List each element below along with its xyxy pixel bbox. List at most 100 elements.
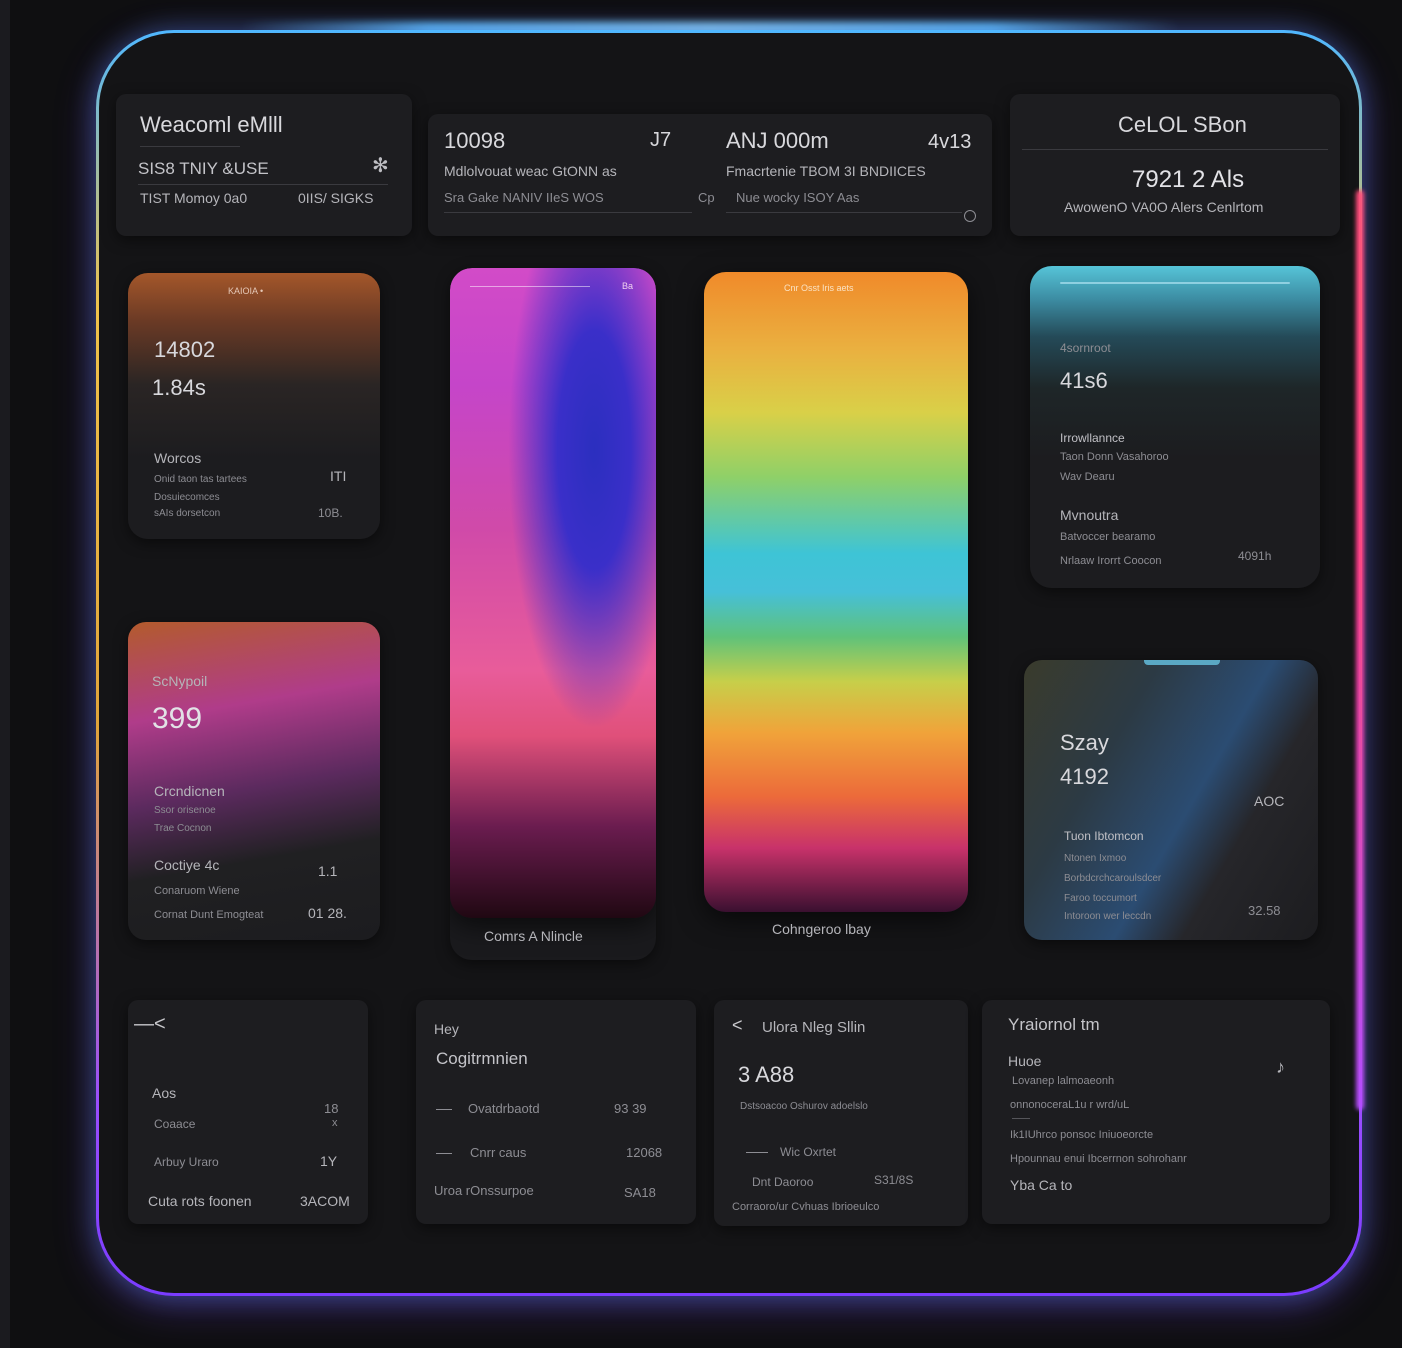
divider bbox=[140, 146, 240, 147]
card-title: Weacoml eMlll bbox=[140, 112, 283, 137]
row-label: Dnt Daoroo bbox=[752, 1175, 814, 1189]
card-line: Faroo toccumort bbox=[1064, 893, 1137, 904]
metric-card-teal[interactable]: 4sornroot 41s6 Irrowllannce Taon Donn Va… bbox=[1030, 266, 1320, 588]
card-section: Crcndicnen bbox=[154, 783, 225, 799]
card-label: Worcos bbox=[154, 450, 202, 466]
tile-caption: Comrs A Nlincle bbox=[484, 928, 583, 944]
tile-caption: Cohngeroo lbay bbox=[772, 921, 871, 937]
back-arrow-icon[interactable]: —< bbox=[134, 1014, 166, 1034]
card-line: Ik1IUhrco ponsoc Iniuoeorcte bbox=[1010, 1129, 1154, 1141]
card-top-tab bbox=[1144, 660, 1220, 665]
card-line: Ssor orisenoe bbox=[154, 805, 216, 816]
row-sub: x bbox=[332, 1117, 338, 1129]
card-side-value: AOC bbox=[1254, 793, 1285, 809]
gradient-tile-rainbow[interactable]: Cnr Osst Iris aets bbox=[704, 272, 968, 912]
bullet-dash bbox=[436, 1109, 452, 1110]
card-row: Coctiye 4c bbox=[154, 857, 220, 873]
card-title: CeLOL SBon bbox=[1118, 112, 1247, 137]
card-row: SIS8 TNIY &USE bbox=[138, 159, 269, 178]
card-row-value: 01 28. bbox=[308, 905, 347, 921]
stat-line: Mdlolvouat weac GtONN as bbox=[444, 163, 617, 179]
card-line: Lovanep lalmoaeonh bbox=[1012, 1075, 1115, 1087]
bullet-dash bbox=[436, 1153, 452, 1154]
summary-card-left[interactable]: Weacoml eMlll SIS8 TNIY &USE ✻ TIST Momo… bbox=[116, 94, 412, 236]
card-subtitle: Cogitrmnien bbox=[436, 1049, 528, 1068]
card-side-value: ITI bbox=[330, 468, 347, 484]
summary-card-right[interactable]: CeLOL SBon 7921 2 Als AwowenO VA0O Alers… bbox=[1010, 94, 1340, 236]
card-label: Szay bbox=[1060, 730, 1109, 755]
card-value: 1.84s bbox=[152, 375, 206, 400]
card-title: Yraiornol tm bbox=[1008, 1015, 1100, 1034]
card-line: Taon Donn Vasahoroo bbox=[1060, 451, 1169, 463]
stat-line: Nue wocky ISOY Aas bbox=[736, 190, 860, 205]
divider bbox=[1012, 1118, 1030, 1119]
bottom-card-4[interactable]: Yraiornol tm Huoe Lovanep lalmoaeonh onn… bbox=[982, 1000, 1330, 1224]
card-line: Ntonen Ixmoo bbox=[1064, 853, 1127, 864]
card-label: ScNypoil bbox=[152, 673, 208, 689]
card-line: Trae Cocnon bbox=[154, 823, 212, 834]
metric-card-slate[interactable]: Szay 4192 AOC Tuon Ibtomcon Ntonen Ixmoo… bbox=[1024, 660, 1318, 940]
card-section: Tuon Ibtomcon bbox=[1064, 829, 1144, 843]
metric-card-orange[interactable]: KAIOIA • 14802 1.84s Worcos Onid taon ta… bbox=[128, 273, 380, 539]
card-caption: Dstsoacoo Oshurov adoelslo bbox=[740, 1101, 868, 1112]
card-line: Wav Dearu bbox=[1060, 471, 1115, 483]
card-header: KAIOIA • bbox=[228, 286, 264, 296]
chevron-left-icon[interactable]: < bbox=[732, 1016, 743, 1034]
card-line: Intoroon wer leccdn bbox=[1064, 911, 1152, 922]
row-label: Uroa rOnssurpoe bbox=[434, 1183, 534, 1198]
card-footer: Corraoro/ur Cvhuas Ibrioeulco bbox=[732, 1201, 880, 1213]
card-line: Hpounnau enui Ibcerrnon sohrohanr bbox=[1010, 1153, 1187, 1165]
metric-card-magenta[interactable]: ScNypoil 399 Crcndicnen Ssor orisenoe Tr… bbox=[128, 622, 380, 940]
row-value: SA18 bbox=[624, 1185, 656, 1200]
stats-card-center[interactable]: 10098 J7 Mdlolvouat weac GtONN as Sra Ga… bbox=[428, 114, 992, 236]
circle-icon[interactable] bbox=[964, 210, 976, 222]
card-side-value: 4091h bbox=[1238, 549, 1272, 563]
stat-line: Fmacrtenie TBOM 3I BNDIICES bbox=[726, 163, 926, 179]
card-row: Conaruom Wiene bbox=[154, 885, 240, 897]
card-caption: AwowenO VA0O Alers Cenlrtom bbox=[1064, 199, 1264, 215]
divider bbox=[726, 212, 962, 213]
row-value: 18 bbox=[324, 1101, 339, 1116]
divider bbox=[444, 212, 692, 213]
tile-top-label: Cnr Osst Iris aets bbox=[784, 283, 854, 293]
card-line: Dosuiecomces bbox=[154, 492, 220, 503]
row-label: Ovatdrbaotd bbox=[468, 1101, 540, 1116]
card-side-value: 10B. bbox=[318, 506, 343, 520]
card-row: Cornat Dunt Emogteat bbox=[154, 909, 264, 921]
card-value: 14802 bbox=[154, 337, 216, 362]
card-section: Irrowllannce bbox=[1060, 431, 1125, 445]
bullet-dash bbox=[746, 1152, 768, 1153]
bottom-card-3[interactable]: < Ulora Nleg Sllin 3 A88 Dstsoacoo Oshur… bbox=[714, 1000, 968, 1226]
card-value: 4192 bbox=[1060, 764, 1109, 789]
window-edge-strip bbox=[0, 0, 10, 1348]
bottom-card-2[interactable]: Hey Cogitrmnien Ovatdrbaotd 93 39 Cnrr c… bbox=[416, 1000, 696, 1224]
card-row-value: 0IIS/ SIGKS bbox=[298, 190, 374, 206]
card-label: Huoe bbox=[1008, 1053, 1042, 1069]
card-section: Mvnoutra bbox=[1060, 507, 1119, 523]
card-line: Borbdcrchcaroulsdcer bbox=[1064, 873, 1162, 884]
card-top-bar bbox=[1060, 282, 1290, 284]
divider bbox=[138, 184, 388, 185]
row-value: 1Y bbox=[320, 1153, 338, 1169]
card-title: Ulora Nleg Sllin bbox=[762, 1019, 866, 1036]
bottom-card-1[interactable]: —< Aos 18 x Coaace Arbuy Uraro 1Y Cuta r… bbox=[128, 1000, 368, 1224]
row-value: 93 39 bbox=[614, 1101, 647, 1116]
gradient-tile-purple: Ba bbox=[450, 268, 656, 918]
tile-top-label: Ba bbox=[622, 281, 634, 291]
row-value: 3ACOM bbox=[300, 1193, 350, 1209]
row-label: Cnrr caus bbox=[470, 1145, 527, 1160]
card-line: Yba Ca to bbox=[1010, 1177, 1073, 1193]
note-icon[interactable]: ♪ bbox=[1276, 1058, 1285, 1076]
card-line: Onid taon tas tartees bbox=[154, 474, 247, 485]
stat-line: Sra Gake NANIV IIeS WOS bbox=[444, 190, 604, 205]
mid-marker: Cp bbox=[698, 190, 715, 205]
gradient-tile-purple-container[interactable]: Ba Comrs A Nlincle bbox=[450, 268, 656, 960]
row-label: Arbuy Uraro bbox=[154, 1155, 219, 1169]
card-line: Batvoccer bearamo bbox=[1060, 531, 1156, 543]
card-line: onnonoceraL1u r wrd/uL bbox=[1010, 1099, 1130, 1111]
tile-top-bar bbox=[470, 286, 590, 287]
row-label: Coaace bbox=[154, 1117, 196, 1131]
stat-unit: J7 bbox=[650, 129, 672, 151]
frame-right-glow bbox=[1356, 190, 1364, 1110]
card-line: sAIs dorsetcon bbox=[154, 508, 221, 519]
